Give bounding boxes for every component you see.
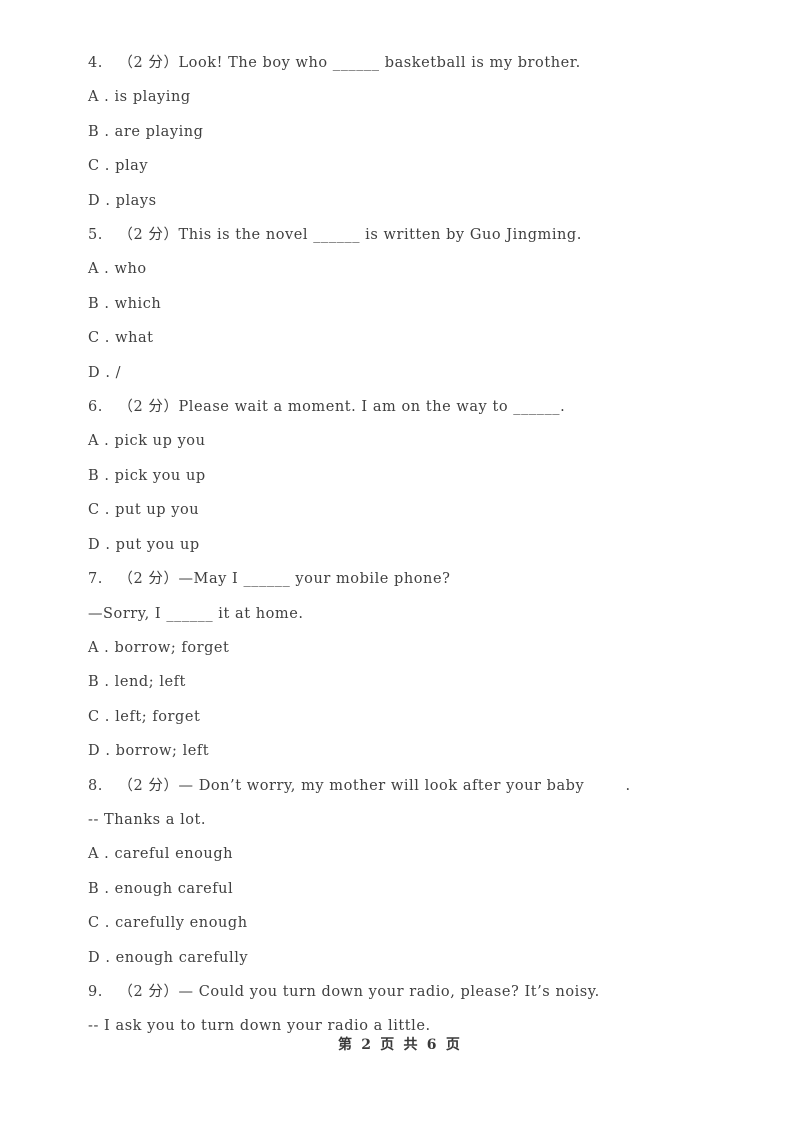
question-stem: 4. （2 分）Look! The boy who ______ basketb… [88,55,581,71]
question-option[interactable]: B . pick you up [88,459,728,493]
question-option[interactable]: B . lend; left [88,665,728,699]
question-option[interactable]: C . carefully enough [88,906,728,940]
question-option[interactable]: A . is playing [88,80,728,114]
question-option[interactable]: D . put you up [88,528,728,562]
question-stem: 6. （2 分）Please wait a moment. I am on th… [88,399,566,416]
question-option[interactable]: C . what [88,321,728,355]
question-stem: 8. （2 分）— Don’t worry, my mother will lo… [88,777,631,794]
question-option[interactable]: A . who [88,252,728,286]
question-option[interactable]: C . play [88,149,728,183]
question-option[interactable]: A . borrow; forget [88,631,728,665]
question-stem: 7. （2 分）—May I ______ your mobile phone? [88,571,451,588]
question-option[interactable]: C . put up you [88,493,728,527]
question-option[interactable]: A . pick up you [88,424,728,458]
question-stem: 5. （2 分）This is the novel ______ is writ… [88,227,582,244]
question-option[interactable]: D . enough carefully [88,941,728,975]
question-option[interactable]: B . which [88,287,728,321]
question-stem-continuation: -- Thanks a lot. [88,811,207,828]
document-page: 4. （2 分）Look! The boy who ______ basketb… [0,0,800,1132]
page-footer: 第 2 页 共 6 页 [337,1037,463,1053]
question-option[interactable]: B . enough careful [88,872,728,906]
question-option[interactable]: C . left; forget [88,700,728,734]
question-option[interactable]: A . careful enough [88,837,728,871]
question-option[interactable]: D . / [88,356,728,390]
question-list: 4. （2 分）Look! The boy who ______ basketb… [88,46,728,1044]
question-option[interactable]: D . plays [88,184,728,218]
question-stem-continuation: —Sorry, I ______ it at home. [88,605,304,622]
question-option[interactable]: D . borrow; left [88,734,728,768]
question-stem: 9. （2 分）— Could you turn down your radio… [88,983,600,1000]
question-option[interactable]: B . are playing [88,115,728,149]
